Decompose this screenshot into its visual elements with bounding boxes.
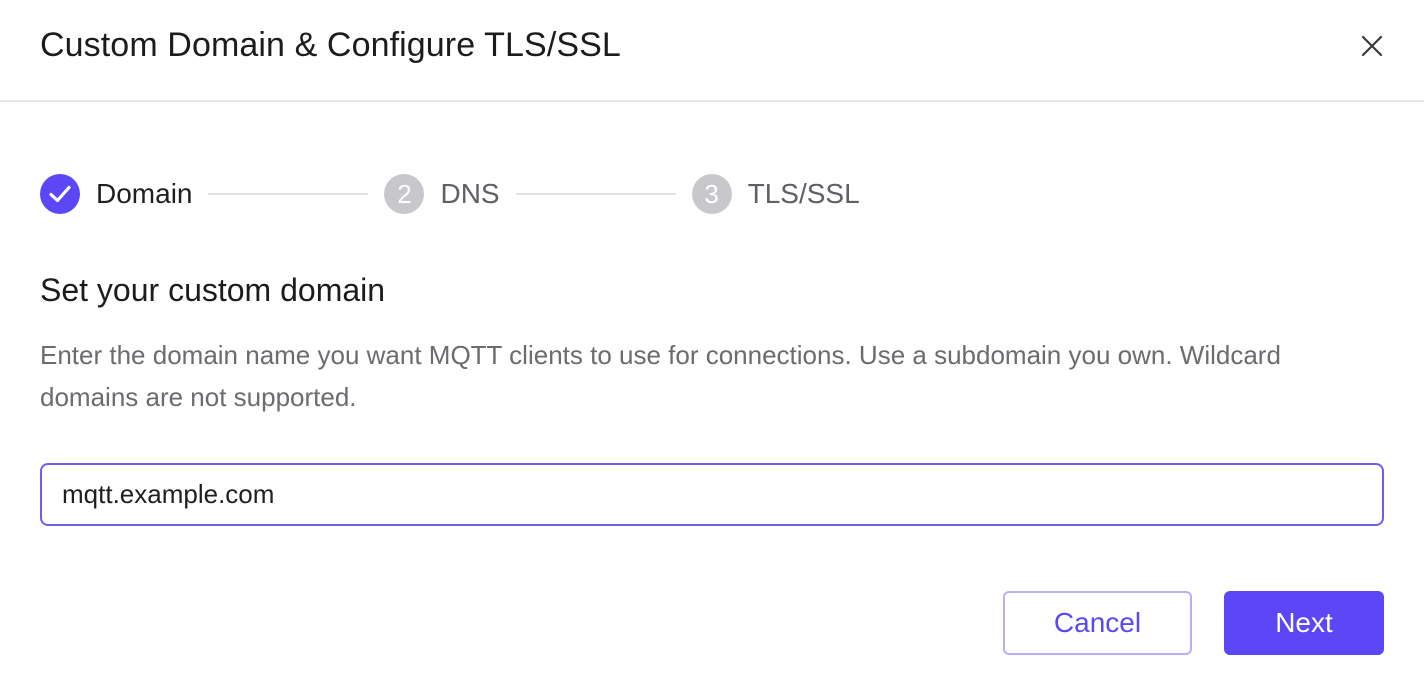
domain-input[interactable] (40, 463, 1384, 526)
next-button[interactable]: Next (1224, 591, 1384, 655)
step-tls-ssl-number: 3 (691, 174, 732, 214)
step-connector (208, 193, 369, 195)
step-dns-number: 2 (384, 174, 425, 214)
step-connector (515, 193, 676, 195)
step-tls-ssl-label: TLS/SSL (747, 178, 860, 209)
step-dns: 2 DNS (384, 174, 500, 214)
check-icon (49, 185, 71, 203)
step-dns-label: DNS (440, 178, 500, 209)
close-button[interactable] (1352, 26, 1392, 66)
close-icon (1361, 35, 1383, 57)
custom-domain-dialog: Custom Domain & Configure TLS/SSL Domain… (0, 0, 1424, 686)
section-title: Set your custom domain (40, 272, 386, 308)
step-domain-label: Domain (96, 178, 193, 209)
section-description: Enter the domain name you want MQTT clie… (40, 340, 1281, 412)
step-domain-status (40, 174, 80, 214)
dialog-header: Custom Domain & Configure TLS/SSL (0, 0, 1424, 102)
dialog-title: Custom Domain & Configure TLS/SSL (40, 26, 621, 64)
step-domain: Domain (40, 174, 192, 214)
stepper: Domain 2 DNS 3 TLS/SSL (40, 174, 860, 214)
step-tls-ssl: 3 TLS/SSL (691, 174, 860, 214)
cancel-button[interactable]: Cancel (1003, 591, 1192, 655)
